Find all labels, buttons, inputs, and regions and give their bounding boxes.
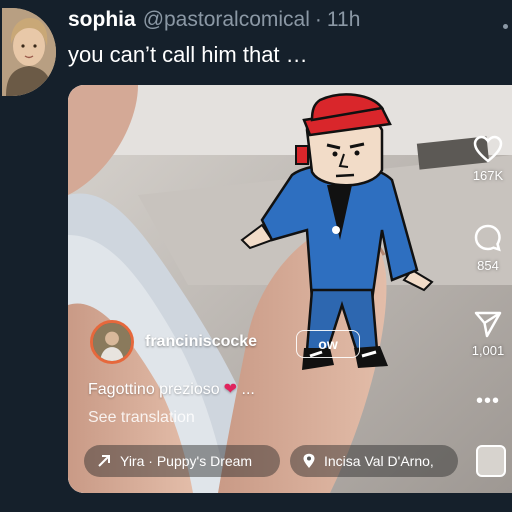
reel-caption: Fagottino prezioso ❤ ...: [88, 379, 255, 399]
comment-count: 854: [477, 258, 499, 273]
see-translation-link[interactable]: See translation: [88, 409, 195, 427]
author-avatar-image: [93, 323, 131, 361]
share-action[interactable]: 1,001: [464, 310, 512, 358]
reel-author[interactable]: franciniscocke: [90, 320, 257, 364]
tweet-media[interactable]: 167K 854 1,001 ••• franciniscocke ow Fag…: [68, 85, 512, 493]
author-username[interactable]: franciniscocke: [145, 333, 257, 351]
display-name[interactable]: sophia: [68, 8, 136, 32]
heart-icon: [473, 135, 503, 163]
comment-action[interactable]: 854: [464, 223, 512, 273]
location-label: Incisa Val D'Arno,: [324, 453, 434, 469]
paper-plane-icon: [474, 311, 502, 338]
avatar-photo: [2, 8, 56, 96]
location-pin-icon: [303, 453, 315, 468]
caption-ellipsis[interactable]: ...: [242, 381, 255, 398]
user-handle[interactable]: @pastoralcomical: [143, 8, 310, 32]
tweet-text: you can’t call him that …: [68, 42, 308, 67]
caption-text: Fagottino prezioso: [88, 381, 220, 398]
music-label: Yira · Puppy's Dream: [120, 453, 253, 469]
location-chip[interactable]: Incisa Val D'Arno,: [290, 445, 458, 477]
arrow-icon: [98, 455, 110, 467]
tweet-avatar[interactable]: [2, 8, 56, 96]
more-options-icon[interactable]: [503, 24, 508, 29]
like-count: 167K: [472, 168, 504, 183]
comment-icon: [474, 224, 501, 252]
more-icon[interactable]: •••: [464, 391, 512, 411]
audio-thumbnail-icon[interactable]: [476, 445, 506, 477]
red-heart-emoji: ❤: [223, 381, 238, 398]
like-action[interactable]: 167K: [464, 135, 512, 183]
separator-dot: ·: [314, 8, 322, 31]
tweet-header: sophia @pastoralcomical · 11h: [68, 8, 360, 36]
follow-button[interactable]: ow: [296, 330, 360, 358]
author-avatar[interactable]: [90, 320, 134, 364]
share-count: 1,001: [471, 343, 505, 358]
tweet-timestamp[interactable]: 11h: [327, 8, 360, 32]
music-chip[interactable]: Yira · Puppy's Dream: [84, 445, 280, 477]
